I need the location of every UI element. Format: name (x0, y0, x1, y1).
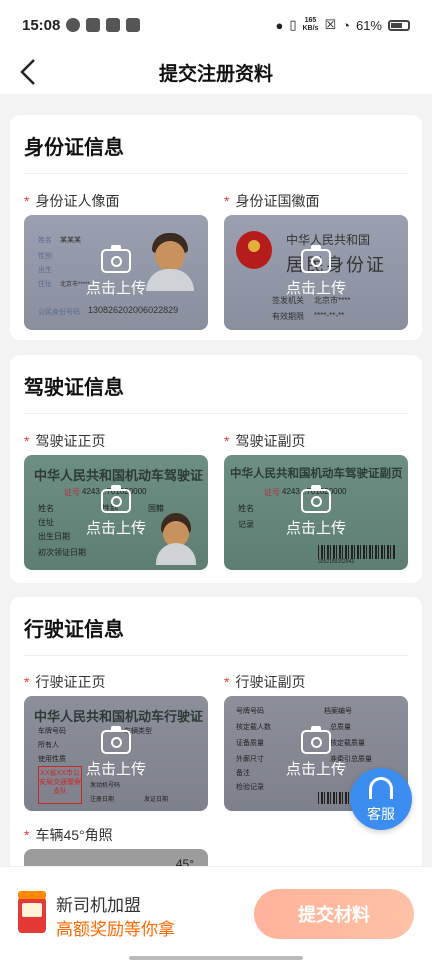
driver-front-label: * 驾驶证正页 (24, 433, 106, 449)
section-title: 驾驶证信息 (24, 377, 124, 399)
promo-title: 新司机加盟 (56, 896, 141, 915)
camera-icon (101, 726, 131, 754)
vehicle-license-section: 行驶证信息 * 行驶证正页 中华人民共和国机动车行驶证 车牌号码 车辆类型 所有人… (10, 597, 422, 889)
vehicle-front-label: * 行驶证正页 (24, 674, 106, 690)
id-back-upload[interactable]: 中华人民共和国 居民身份证 签发机关 北京市**** 有效期限 ****-**-… (224, 215, 408, 330)
home-indicator[interactable] (129, 956, 303, 960)
gift-icon (18, 891, 46, 933)
status-time: 15:08 (22, 16, 61, 34)
app-icon (126, 18, 141, 32)
upload-text: 点击上传 (85, 520, 146, 537)
net-speed: 165 KB/s (302, 17, 319, 32)
divider (24, 413, 408, 414)
headset-icon (369, 777, 393, 799)
camera-icon (301, 485, 331, 513)
back-button[interactable] (10, 54, 46, 90)
id-card-section: 身份证信息 * 身份证人像面 姓名 某某某 性别 出生 住址 北京市***** 公… (10, 115, 422, 340)
national-emblem-icon (236, 231, 272, 269)
section-title: 身份证信息 (24, 137, 124, 159)
upload-text: 点击上传 (285, 280, 346, 297)
vehicle-front-upload[interactable]: 中华人民共和国机动车行驶证 车牌号码 车辆类型 所有人 使用性质 发动机号码 注… (24, 696, 208, 811)
vehicle-back-label: * 行驶证副页 (224, 674, 306, 690)
divider (24, 173, 408, 174)
driver-back-label: * 驾驶证副页 (224, 433, 306, 449)
upload-text: 点击上传 (285, 520, 346, 537)
id-back-label: * 身份证国徽面 (224, 193, 320, 209)
promo-subtitle: 高额奖励等你拿 (56, 920, 175, 939)
upload-text: 点击上传 (85, 280, 146, 297)
wifi-icon: ◔ (342, 17, 350, 33)
sim-off-icon: ☒ (324, 17, 337, 32)
id-front-label: * 身份证人像面 (24, 193, 120, 209)
check-circle-icon (66, 18, 81, 32)
submit-button[interactable]: 提交材料 (254, 889, 414, 939)
driver-license-section: 驾驶证信息 * 驾驶证正页 中华人民共和国机动车驾驶证 证号 4243...701… (10, 355, 422, 583)
bottom-bar: 新司机加盟 高额奖励等你拿 提交材料 (0, 866, 432, 964)
driver-front-upload[interactable]: 中华人民共和国机动车驾驶证 证号 4243...701020000 姓名 性别 … (24, 455, 208, 570)
camera-icon (101, 485, 131, 513)
battery-percent: 61% (355, 17, 382, 33)
nav-bar: 提交注册资料 (0, 50, 432, 94)
status-bar: 15:08 ● ▯ 165 KB/s ☒ ◔ 61% (0, 0, 432, 50)
section-title: 行驶证信息 (24, 619, 124, 641)
play-icon (106, 18, 121, 32)
vehicle-angle-label: * 车辆45°角照 (24, 827, 113, 843)
chevron-left-icon (20, 59, 35, 85)
camera-icon (301, 726, 331, 754)
customer-service-button[interactable]: 客服 (350, 768, 412, 830)
vibrate-icon: ▯ (289, 17, 297, 32)
barcode (318, 545, 396, 559)
battery-icon (388, 19, 410, 31)
page-title: 提交注册资料 (158, 63, 273, 85)
upload-text: 点击上传 (85, 761, 146, 778)
location-icon: ● (275, 17, 284, 33)
driver-back-upload[interactable]: 中华人民共和国机动车驾驶证副页 证号 4243...701020000 姓名 记… (224, 455, 408, 570)
id-front-upload[interactable]: 姓名 某某某 性别 出生 住址 北京市***** 公民身份号码 13082620… (24, 215, 208, 330)
crown-icon (86, 18, 101, 32)
customer-service-label: 客服 (367, 806, 395, 822)
camera-icon (301, 245, 331, 273)
camera-icon (101, 245, 131, 273)
divider (24, 655, 408, 656)
